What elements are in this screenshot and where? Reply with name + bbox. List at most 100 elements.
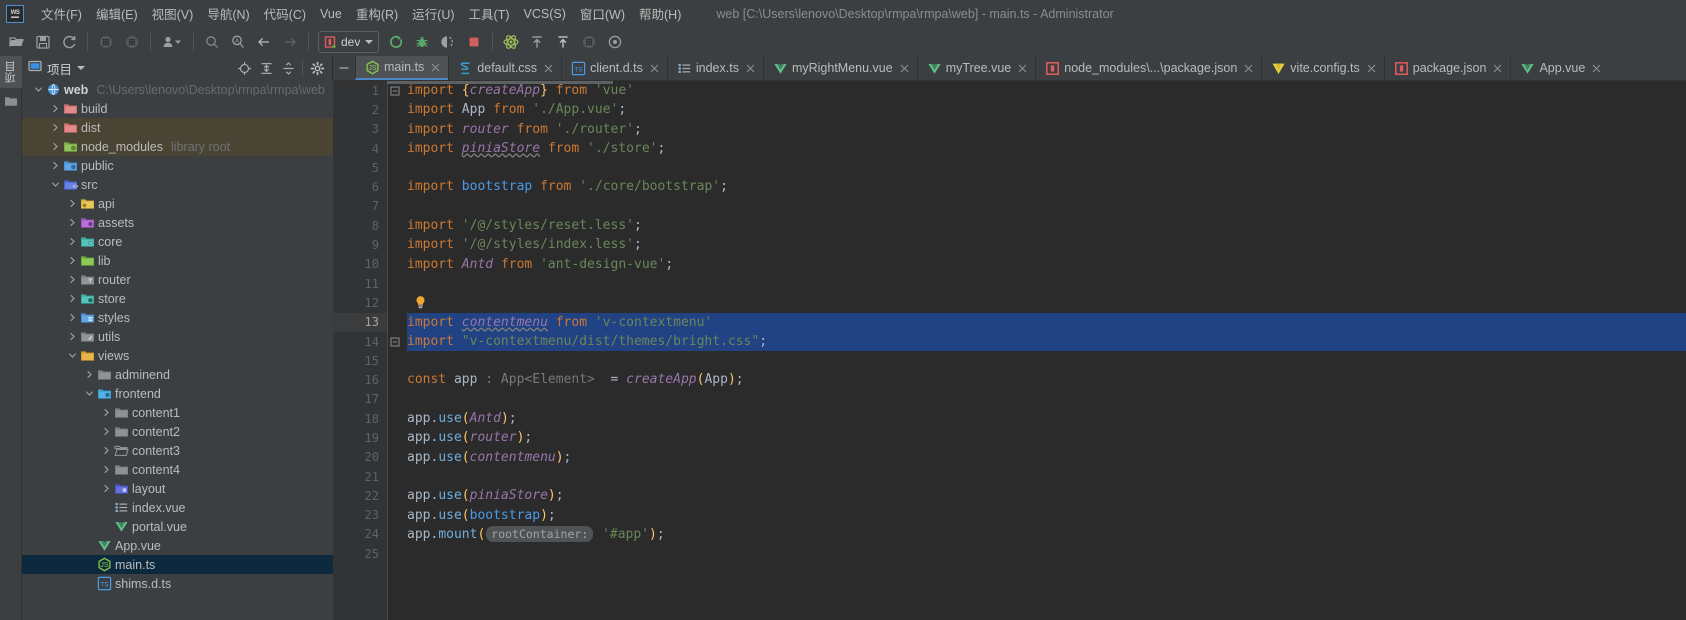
menu-vcs[interactable]: VCS(S) bbox=[517, 4, 573, 24]
collapse-all-icon[interactable] bbox=[277, 57, 299, 79]
line-number[interactable]: 14 bbox=[333, 332, 387, 351]
close-icon[interactable] bbox=[1590, 62, 1603, 75]
grid-icon-2[interactable] bbox=[119, 30, 145, 54]
close-icon[interactable] bbox=[1491, 62, 1504, 75]
editor-tab-default.css[interactable]: default.css bbox=[448, 56, 561, 80]
folder-icon[interactable] bbox=[0, 88, 22, 114]
code-line[interactable]: import App from './App.vue'; bbox=[407, 100, 1686, 119]
tree-node-content4[interactable]: content4 bbox=[22, 460, 333, 479]
close-icon[interactable] bbox=[1016, 62, 1029, 75]
forward-arrow-icon[interactable] bbox=[277, 30, 303, 54]
code-line[interactable] bbox=[407, 293, 1686, 312]
close-icon[interactable] bbox=[542, 62, 555, 75]
line-number[interactable]: 13 bbox=[333, 312, 387, 332]
line-number[interactable]: 4 bbox=[333, 139, 387, 158]
chevron-right-icon[interactable] bbox=[100, 422, 113, 441]
close-icon[interactable] bbox=[1365, 62, 1378, 75]
tree-node-src[interactable]: <> src bbox=[22, 175, 333, 194]
line-number[interactable]: 23 bbox=[333, 506, 387, 525]
update-project-icon[interactable] bbox=[524, 30, 550, 54]
code-line[interactable] bbox=[407, 467, 1686, 486]
chevron-right-icon[interactable] bbox=[66, 327, 79, 346]
tree-node-App.vue[interactable]: App.vue bbox=[22, 536, 333, 555]
menu-refactor[interactable]: 重构(R) bbox=[349, 1, 405, 26]
line-number[interactable]: 19 bbox=[333, 428, 387, 447]
close-icon[interactable] bbox=[648, 62, 661, 75]
locate-file-icon[interactable] bbox=[233, 57, 255, 79]
chevron-down-icon[interactable] bbox=[49, 175, 62, 194]
line-number[interactable]: 20 bbox=[333, 448, 387, 467]
coverage-icon[interactable] bbox=[435, 30, 461, 54]
tree-node-main.ts[interactable]: JS main.ts bbox=[22, 555, 333, 574]
chevron-right-icon[interactable] bbox=[83, 365, 96, 384]
search-icon[interactable] bbox=[199, 30, 225, 54]
open-folder-icon[interactable] bbox=[4, 30, 30, 54]
menu-window[interactable]: 窗口(W) bbox=[573, 1, 632, 26]
code-line[interactable]: import bootstrap from './core/bootstrap'… bbox=[407, 177, 1686, 196]
menu-vue[interactable]: Vue bbox=[313, 4, 349, 24]
expand-all-icon[interactable] bbox=[255, 57, 277, 79]
code-line[interactable]: import router from './router'; bbox=[407, 120, 1686, 139]
search-everywhere-icon[interactable]: A bbox=[225, 30, 251, 54]
tree-node-shims.d.ts[interactable]: TS shims.d.ts bbox=[22, 574, 333, 593]
fold-collapse-icon[interactable] bbox=[388, 332, 401, 351]
code-line[interactable]: app.use(router); bbox=[407, 428, 1686, 447]
tree-node-views[interactable]: views bbox=[22, 346, 333, 365]
grid-icon-3[interactable] bbox=[576, 30, 602, 54]
line-number[interactable]: 7 bbox=[333, 197, 387, 216]
sync-refresh-icon[interactable] bbox=[56, 30, 82, 54]
code-line[interactable]: import Antd from 'ant-design-vue'; bbox=[407, 255, 1686, 274]
tree-node-content2[interactable]: content2 bbox=[22, 422, 333, 441]
line-number[interactable]: 16 bbox=[333, 370, 387, 389]
code-line[interactable]: app.use(piniaStore); bbox=[407, 486, 1686, 505]
chevron-right-icon[interactable] bbox=[100, 441, 113, 460]
code-line[interactable]: import '/@/styles/index.less'; bbox=[407, 235, 1686, 254]
run-configuration-selector[interactable]: dev bbox=[318, 30, 380, 53]
line-number[interactable]: 10 bbox=[333, 255, 387, 274]
line-number[interactable]: 15 bbox=[333, 351, 387, 370]
code-folding-gutter[interactable] bbox=[387, 81, 401, 620]
menu-navigate[interactable]: 导航(N) bbox=[200, 1, 256, 26]
editor-tab-myRightMenu.vue[interactable]: myRightMenu.vue bbox=[762, 56, 917, 80]
tree-node-styles[interactable]: styles bbox=[22, 308, 333, 327]
chevron-right-icon[interactable] bbox=[66, 289, 79, 308]
code-text[interactable]: import {createApp} from 'vue' import App … bbox=[401, 81, 1686, 620]
code-line[interactable] bbox=[407, 274, 1686, 293]
chevron-right-icon[interactable] bbox=[66, 251, 79, 270]
editor-horizontal-scrollbar[interactable] bbox=[387, 81, 613, 84]
hide-tabs-icon[interactable] bbox=[333, 56, 355, 80]
menu-edit[interactable]: 编辑(E) bbox=[89, 1, 145, 26]
debug-icon[interactable] bbox=[409, 30, 435, 54]
tree-node-api[interactable]: api bbox=[22, 194, 333, 213]
code-line[interactable] bbox=[407, 390, 1686, 409]
commit-icon[interactable] bbox=[550, 30, 576, 54]
chevron-down-icon[interactable] bbox=[77, 66, 86, 70]
atom-icon[interactable] bbox=[498, 30, 524, 54]
chevron-down-icon[interactable] bbox=[66, 346, 79, 365]
code-line[interactable] bbox=[407, 351, 1686, 370]
tree-node-lib[interactable]: lib bbox=[22, 251, 333, 270]
menu-tools[interactable]: 工具(T) bbox=[462, 1, 517, 26]
line-number[interactable]: 9 bbox=[333, 235, 387, 254]
tree-node-dist[interactable]: dist bbox=[22, 118, 333, 137]
line-number[interactable]: 11 bbox=[333, 274, 387, 293]
code-line[interactable] bbox=[407, 158, 1686, 177]
line-number[interactable]: 22 bbox=[333, 486, 387, 505]
line-number[interactable]: 17 bbox=[333, 390, 387, 409]
code-line[interactable]: app.use(Antd); bbox=[407, 409, 1686, 428]
editor-tab-client.d.ts[interactable]: TS client.d.ts bbox=[561, 56, 667, 80]
tree-node-store[interactable]: store bbox=[22, 289, 333, 308]
tool-window-tab-project[interactable]: 项目 bbox=[0, 56, 22, 88]
chevron-right-icon[interactable] bbox=[66, 232, 79, 251]
line-number[interactable]: 8 bbox=[333, 216, 387, 235]
tree-node-router[interactable]: router bbox=[22, 270, 333, 289]
close-icon[interactable] bbox=[744, 62, 757, 75]
close-icon[interactable] bbox=[429, 61, 442, 74]
code-line[interactable]: app.use(bootstrap); bbox=[407, 506, 1686, 525]
editor-tab-App.vue[interactable]: App.vue bbox=[1510, 56, 1609, 80]
chevron-right-icon[interactable] bbox=[49, 99, 62, 118]
chevron-right-icon[interactable] bbox=[49, 118, 62, 137]
menu-help[interactable]: 帮助(H) bbox=[632, 1, 688, 26]
code-line[interactable]: import contentmenu from 'v-contextmenu' bbox=[407, 312, 1686, 332]
tree-node-adminend[interactable]: adminend bbox=[22, 365, 333, 384]
